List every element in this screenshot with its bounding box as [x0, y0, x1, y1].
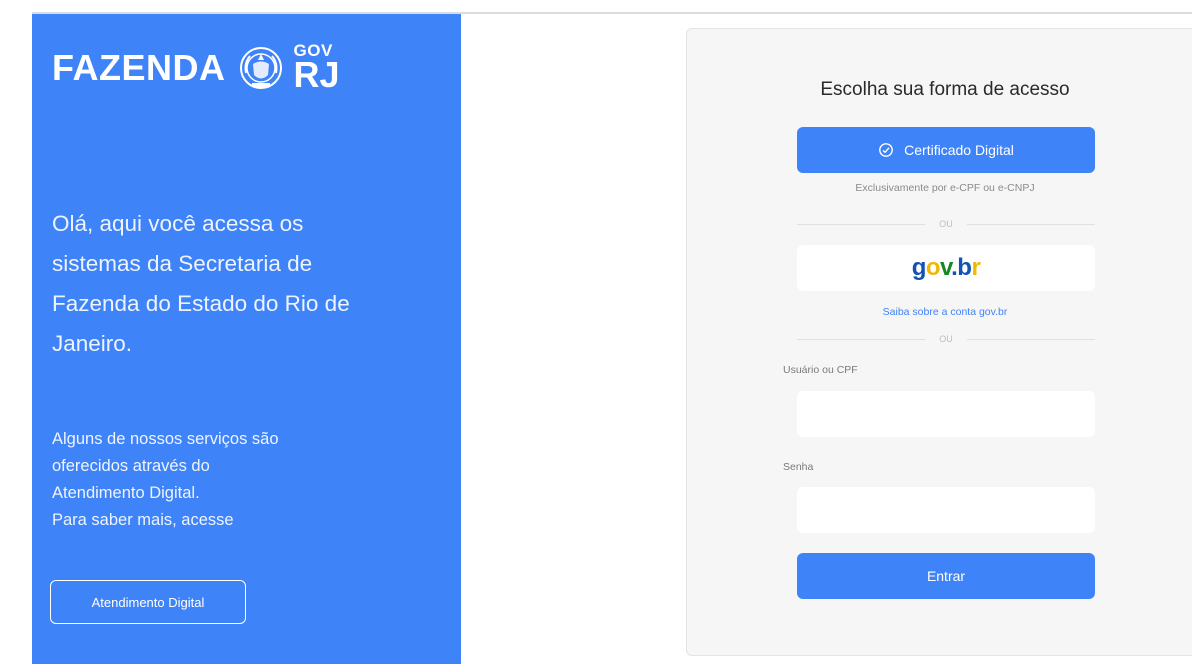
intro-text: Olá, aqui você acessa os sistemas da Sec…: [52, 211, 350, 356]
logo-rj-text: RJ: [293, 54, 340, 95]
certificado-note: Exclusivamente por e-CPF ou e-CNPJ: [855, 182, 1035, 194]
or-divider: OU: [797, 332, 1095, 346]
or-divider: OU: [797, 217, 1095, 231]
login-title: Escolha sua forma de acesso: [820, 79, 1070, 100]
user-label: Usuário ou CPF: [783, 364, 858, 376]
divider-line: [797, 338, 926, 340]
divider-line: [966, 223, 1095, 225]
divider-ou-text: OU: [939, 334, 953, 344]
password-label: Senha: [783, 461, 814, 473]
services-line: Para saber mais, acesse: [52, 511, 234, 529]
info-panel: FAZENDA GOV RJ Olá, aqui você acessa os …: [32, 14, 461, 664]
login-card: Escolha sua forma de acesso Certificado …: [686, 28, 1192, 656]
services-text: Alguns de nossos serviços são oferecidos…: [52, 426, 382, 534]
user-cpf-input[interactable]: [797, 391, 1095, 437]
govbr-login-button[interactable]: gov.br: [797, 245, 1095, 291]
brasao-rj-seal-icon: [239, 46, 282, 89]
certificate-icon: [879, 143, 894, 157]
atendimento-digital-button[interactable]: Atendimento Digital: [50, 580, 246, 624]
password-input[interactable]: [797, 487, 1095, 533]
divider-ou-text: OU: [939, 219, 953, 229]
entrar-button[interactable]: Entrar: [797, 553, 1095, 599]
services-line: Alguns de nossos serviços são: [52, 430, 279, 448]
govbr-logo: gov.br: [911, 254, 981, 281]
certificado-digital-label: Certificado Digital: [904, 142, 1014, 158]
logo-fazenda-text: FAZENDA: [52, 46, 226, 88]
services-line: Atendimento Digital.: [52, 484, 200, 502]
certificado-digital-button[interactable]: Certificado Digital: [797, 127, 1095, 173]
govbr-info-link[interactable]: Saiba sobre a conta gov.br: [687, 306, 1192, 318]
logo-gov-rj: GOV RJ: [294, 42, 340, 93]
divider-line: [797, 223, 926, 225]
fazenda-logo: FAZENDA GOV RJ: [52, 42, 340, 93]
divider-line: [966, 338, 1095, 340]
services-line: oferecidos através do: [52, 457, 210, 475]
